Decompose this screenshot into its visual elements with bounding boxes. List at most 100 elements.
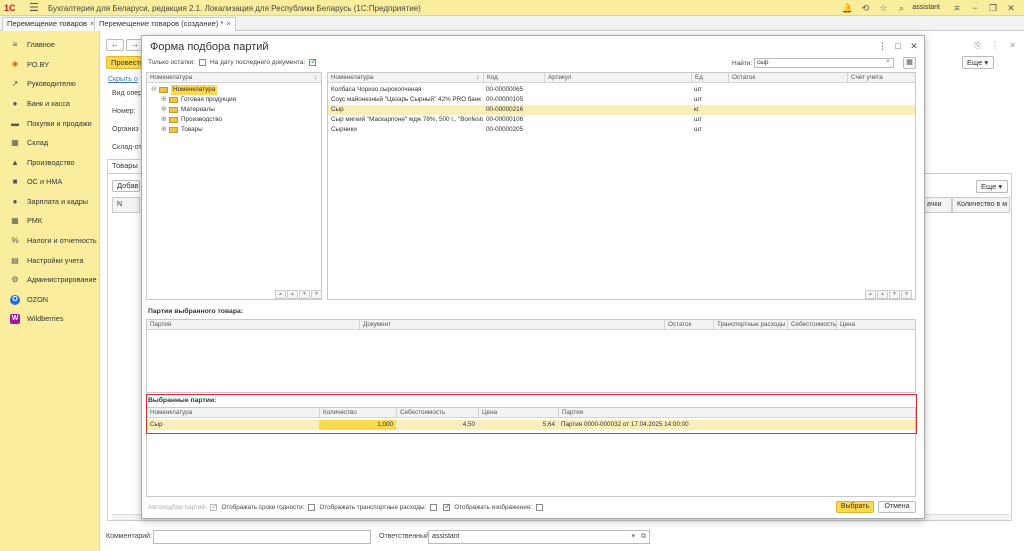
col-tail: ачки [922, 197, 952, 213]
first-icon[interactable]: ▲ [865, 290, 876, 299]
responsible-value: assistant [432, 533, 460, 540]
add-button[interactable]: Добав [112, 180, 140, 192]
col-price[interactable]: Цена [836, 320, 915, 330]
col-account[interactable]: Счет учета [847, 73, 915, 83]
user-name[interactable]: assistant [912, 2, 940, 14]
table-row[interactable]: Соус майонезный "Цезарь Сырный" 42% PRO … [328, 95, 915, 105]
sidebar-item-ozon[interactable]: O OZON [0, 290, 100, 309]
expand-icon[interactable]: ⊕ [161, 105, 169, 115]
tab-goods[interactable]: Товары [107, 159, 143, 173]
warehouse-icon: ▦ [11, 137, 19, 147]
expand-icon[interactable]: ⊕ [161, 95, 169, 105]
table-row-selected[interactable]: Сыр 00-00000216 кг [328, 105, 915, 115]
col-unit[interactable]: Ед [691, 73, 728, 83]
sidebar-item-label: Банк и касса [27, 99, 70, 108]
col-sku[interactable]: Артикул [544, 73, 691, 83]
sidebar-item-warehouse[interactable]: ▦ Склад [0, 133, 100, 152]
select-button[interactable]: Выбрать [836, 501, 874, 513]
search-options-button[interactable]: ▦ [903, 57, 916, 69]
sidebar-item-poby[interactable]: ✱ PO.BY [0, 55, 100, 74]
last-icon[interactable]: ▼ [901, 290, 912, 299]
more-button[interactable]: Еще ▾ [962, 56, 994, 69]
col-document[interactable]: Документ [359, 320, 664, 330]
table-row[interactable]: Сырники 00-00000205 шт [328, 125, 915, 135]
col-code[interactable]: Код [483, 73, 544, 83]
sidebar-item-label: Wildberries [27, 314, 64, 323]
comment-input[interactable] [153, 530, 371, 544]
close-icon[interactable]: ✕ [910, 41, 918, 52]
sidebar-item-taxes[interactable]: % Налоги и отчетность [0, 231, 100, 250]
tab-transfer-list[interactable]: Перемещение товаров × [2, 17, 100, 31]
tree-header[interactable]: Номенклатура ↓ [147, 73, 321, 83]
sidebar-item-accounting-settings[interactable]: ▤ Настройки учета [0, 251, 100, 270]
tree-item[interactable]: ⊕ Производство [161, 115, 222, 125]
close-icon[interactable]: ✕ [1004, 2, 1018, 14]
up-icon[interactable]: ▲ [877, 290, 888, 299]
sidebar-item-admin[interactable]: ⚙ Администрирование [0, 270, 100, 289]
folder-icon [169, 127, 178, 133]
responsible-input[interactable]: assistant ▾ ⧉ [428, 530, 650, 544]
images-checkbox[interactable] [443, 502, 451, 511]
col-transport[interactable]: Транспортные расходы [713, 320, 787, 330]
sidebar-item-salary[interactable]: ● Зарплата и кадры [0, 192, 100, 211]
cell-unit: кг [694, 106, 700, 113]
sidebar-item-rmk[interactable]: ▦ РМК [0, 211, 100, 230]
transport-checkbox[interactable] [430, 504, 438, 511]
expand-icon[interactable]: ⊕ [161, 125, 169, 135]
minimize-icon[interactable]: − [968, 2, 982, 14]
sidebar-item-bank[interactable]: ● Банк и касса [0, 94, 100, 113]
col-rest[interactable]: Остаток [664, 320, 713, 330]
clear-search-icon[interactable]: × [886, 58, 890, 65]
hide-link[interactable]: Скрыть о [108, 76, 138, 83]
last-icon[interactable]: ▼ [311, 290, 322, 299]
items-nav-buttons: ▲ ▲ ▼ ▼ [865, 290, 912, 299]
search-icon[interactable]: ⌕ [894, 2, 908, 14]
collapse-icon[interactable]: ⊖ [151, 85, 159, 95]
expiry-checkbox[interactable] [308, 504, 316, 511]
sidebar-item-purchases[interactable]: ▬ Покупки и продажи [0, 114, 100, 133]
tab-close-icon[interactable]: × [226, 19, 230, 28]
goods-more-button[interactable]: Еще ▾ [976, 180, 1008, 193]
auto-checkbox[interactable] [210, 502, 218, 511]
tree-item[interactable]: ⊕ Материалы [161, 105, 215, 115]
col-nomenclature[interactable]: Номенклатура ↓ [328, 73, 483, 83]
only-rests-checkbox[interactable] [198, 59, 206, 66]
cancel-button[interactable]: Отмена [878, 501, 916, 513]
main-menu-icon[interactable]: ☰ [29, 1, 39, 14]
bell-icon[interactable]: 🔔 [840, 2, 854, 14]
settings-menu-icon[interactable]: ≡ [950, 2, 964, 14]
history-icon[interactable]: ⟲ [858, 2, 872, 14]
search-input[interactable]: сыр [754, 58, 894, 68]
last-doc-checkbox[interactable] [309, 57, 317, 66]
more-actions-icon[interactable]: ⋮ [878, 41, 887, 52]
table-row[interactable]: Колбаса Чоризо сырокопченая 00-00000065 … [328, 85, 915, 95]
col-cost[interactable]: Себестоимость [787, 320, 836, 330]
first-icon[interactable]: ▲ [275, 290, 286, 299]
open-icon[interactable]: ⧉ [641, 531, 646, 543]
link-icon[interactable]: ⎘ ⋮ ✕ [974, 41, 1020, 51]
restore-icon[interactable]: ❐ [986, 2, 1000, 14]
maximize-icon[interactable]: □ [894, 41, 902, 52]
col-rest[interactable]: Остаток [728, 73, 847, 83]
tree-item[interactable]: ⊕ Готовая продукция [161, 95, 236, 105]
sidebar-item-production[interactable]: ▲ Производство [0, 153, 100, 172]
post-button[interactable]: Провести [106, 56, 142, 69]
star-icon[interactable]: ☆ [876, 2, 890, 14]
sidebar-item-main[interactable]: ≡ Главное [0, 35, 100, 54]
expand-icon[interactable]: ⊕ [161, 115, 169, 125]
sidebar-item-manager[interactable]: ↗ Руководителю [0, 74, 100, 93]
tree-root[interactable]: ⊖ Номенклатура [151, 85, 218, 95]
chevron-down-icon[interactable]: ▾ [631, 531, 635, 543]
col-batch[interactable]: Партия [147, 320, 359, 330]
down-icon[interactable]: ▼ [889, 290, 900, 299]
sidebar-item-assets[interactable]: ■ ОС и НМА [0, 172, 100, 191]
sidebar-item-wildberries[interactable]: W Wildberries [0, 309, 100, 328]
back-button[interactable]: ← [106, 39, 124, 51]
down-icon[interactable]: ▼ [299, 290, 310, 299]
tab-transfer-create[interactable]: Перемещение товаров (создание) * × [94, 17, 236, 31]
extra-checkbox[interactable] [535, 504, 543, 511]
tree-item[interactable]: ⊕ Товары [161, 125, 203, 135]
up-icon[interactable]: ▲ [287, 290, 298, 299]
cell-name: Сырники [331, 126, 357, 133]
table-row[interactable]: Сыр мягкий "Маскарпоне" мдж 78%, 500 г.,… [328, 115, 915, 125]
